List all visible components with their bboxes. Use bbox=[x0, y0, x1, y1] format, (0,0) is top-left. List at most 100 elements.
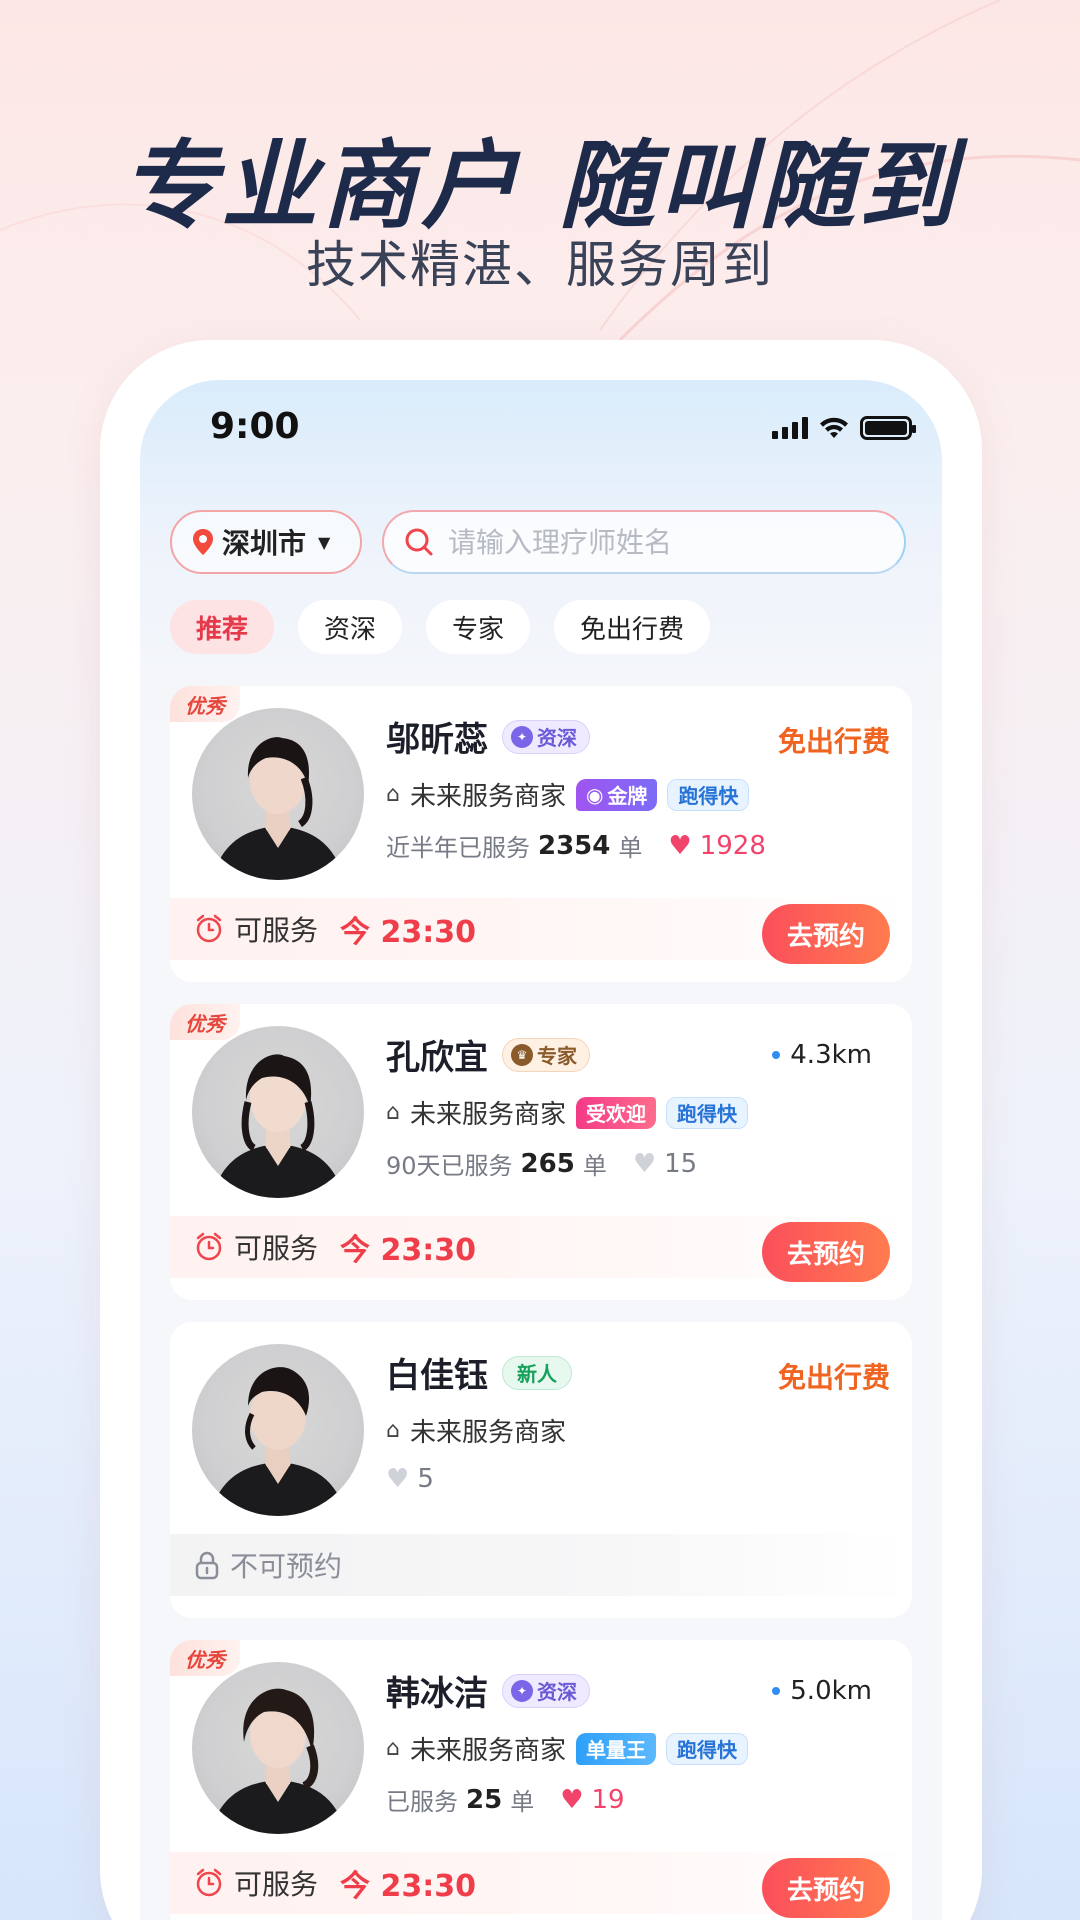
therapist-card[interactable]: 优秀 韩冰洁 ✦ 资深 5.0km ⌂ 未来服务商家 单量王 跑得快 已服务 2… bbox=[170, 1640, 912, 1920]
merchant-name: 未来服务商家 bbox=[409, 1736, 566, 1766]
search-icon bbox=[405, 528, 433, 556]
alarm-clock-icon bbox=[196, 914, 222, 943]
hero-subtitle: 技术精湛、服务周到 bbox=[306, 236, 774, 294]
excellent-badge: 优秀 bbox=[170, 1004, 240, 1040]
like-count: 19 bbox=[591, 1784, 625, 1815]
merchant-name: 未来服务商家 bbox=[409, 782, 566, 812]
therapist-avatar bbox=[192, 1026, 364, 1198]
search-input[interactable] bbox=[448, 525, 868, 559]
popular-tag: 受欢迎 bbox=[575, 1096, 656, 1129]
distance: 5.0km bbox=[772, 1676, 872, 1706]
heart-icon: ♥ bbox=[632, 1148, 657, 1179]
fast-tag: 跑得快 bbox=[667, 778, 750, 811]
book-button[interactable]: 去预约 bbox=[762, 904, 890, 964]
availability-bar: 不可预约 bbox=[170, 1534, 912, 1596]
lock-icon bbox=[195, 1551, 219, 1580]
cellular-signal-icon bbox=[772, 417, 808, 439]
like-count: 15 bbox=[664, 1148, 698, 1179]
available-label: 可服务 bbox=[234, 914, 319, 947]
level-tag-label: 专家 bbox=[537, 1044, 577, 1068]
stats-row: 近半年已服务 2354 单 ♥ 1928 bbox=[386, 828, 766, 863]
distance: 4.3km bbox=[772, 1040, 872, 1070]
expert-tag: ♛ 专家 bbox=[502, 1037, 590, 1072]
therapist-card[interactable]: 优秀 邬昕蕊 ✦ 资深 免出行费 ⌂ 未来服务商家 ◉ 金牌 跑得快 近半年已服… bbox=[170, 686, 912, 982]
senior-tag: ✦ 资深 bbox=[502, 719, 590, 754]
order-king-tag: 单量王 bbox=[575, 1732, 656, 1765]
store-icon: ⌂ bbox=[386, 1100, 400, 1125]
filter-chip-senior[interactable]: 资深 bbox=[298, 600, 403, 654]
level-tag-label: 资深 bbox=[537, 1680, 577, 1704]
available-label: 可服务 bbox=[234, 1232, 319, 1265]
status-icons bbox=[772, 416, 916, 440]
search-box[interactable] bbox=[382, 510, 906, 574]
level-tag-label: 资深 bbox=[537, 726, 577, 750]
medal-icon: ◉ bbox=[585, 782, 604, 807]
distance-dot-icon bbox=[772, 1687, 781, 1695]
like-count: 1928 bbox=[699, 830, 766, 861]
crown-icon: ♛ bbox=[511, 1043, 533, 1066]
merchant-name: 未来服务商家 bbox=[409, 1418, 566, 1448]
city-selector[interactable]: 深圳市 ▼ bbox=[170, 510, 362, 574]
heart-icon: ♥ bbox=[386, 1464, 410, 1494]
name-row: 韩冰洁 ✦ 资深 bbox=[386, 1666, 590, 1715]
merchant-name: 未来服务商家 bbox=[409, 1100, 566, 1130]
merchant-row: ⌂ 未来服务商家 bbox=[386, 1412, 566, 1449]
filter-chip-recommended[interactable]: 推荐 bbox=[170, 600, 275, 654]
stats-row: 90天已服务 265 单 ♥ 15 bbox=[386, 1146, 697, 1181]
order-unit: 单 bbox=[618, 834, 643, 862]
available-time: 今 23:30 bbox=[340, 1233, 476, 1268]
book-button[interactable]: 去预约 bbox=[762, 1222, 890, 1282]
stats-label: 90天已服务 bbox=[386, 1152, 513, 1180]
therapist-card[interactable]: 优秀 孔欣宜 ♛ 专家 4.3km ⌂ 未来服务商家 受欢迎 跑得快 90天已服… bbox=[170, 1004, 912, 1300]
therapist-name: 邬昕蕊 bbox=[386, 720, 488, 760]
merchant-row: ⌂ 未来服务商家 单量王 跑得快 bbox=[386, 1730, 748, 1767]
merchant-row: ⌂ 未来服务商家 受欢迎 跑得快 bbox=[386, 1094, 748, 1131]
therapist-name: 孔欣宜 bbox=[386, 1038, 488, 1078]
distance-dot-icon bbox=[772, 1051, 781, 1059]
order-count: 2354 bbox=[538, 830, 611, 861]
stats-label: 已服务 bbox=[386, 1788, 458, 1816]
shield-icon: ✦ bbox=[511, 725, 533, 748]
no-travel-fee-label: 免出行费 bbox=[777, 725, 890, 758]
fast-tag: 跑得快 bbox=[665, 1096, 748, 1129]
filter-chip-no-travel-fee[interactable]: 免出行费 bbox=[554, 600, 711, 654]
portrait-image bbox=[212, 1054, 344, 1198]
location-pin-icon bbox=[193, 529, 213, 555]
alarm-clock-icon bbox=[196, 1232, 222, 1261]
portrait-image bbox=[210, 1367, 346, 1516]
city-label: 深圳市 bbox=[222, 527, 307, 560]
therapist-card[interactable]: 白佳钰 新人 免出行费 ⌂ 未来服务商家 ♥ 5 不可预约 bbox=[170, 1322, 912, 1618]
fast-tag: 跑得快 bbox=[665, 1732, 748, 1765]
newcomer-tag: 新人 bbox=[502, 1355, 572, 1390]
store-icon: ⌂ bbox=[386, 1418, 400, 1443]
shield-icon: ✦ bbox=[511, 1679, 533, 1702]
phone-screen: 9:00 深圳市 ▼ 推荐 资深 专家 免出行费 优秀 bbox=[140, 380, 942, 1920]
merchant-row: ⌂ 未来服务商家 ◉ 金牌 跑得快 bbox=[386, 776, 750, 813]
tag-label: 金牌 bbox=[607, 784, 648, 808]
name-row: 孔欣宜 ♛ 专家 bbox=[386, 1030, 590, 1079]
name-row: 邬昕蕊 ✦ 资深 bbox=[386, 712, 590, 761]
order-unit: 单 bbox=[510, 1788, 535, 1816]
therapist-name: 白佳钰 bbox=[386, 1356, 488, 1396]
book-button[interactable]: 去预约 bbox=[762, 1858, 890, 1918]
like-count: 5 bbox=[417, 1464, 434, 1494]
available-time: 今 23:30 bbox=[340, 915, 476, 950]
store-icon: ⌂ bbox=[386, 782, 400, 807]
gold-tag: ◉ 金牌 bbox=[575, 778, 658, 811]
order-count: 265 bbox=[520, 1148, 575, 1179]
available-time: 今 23:30 bbox=[340, 1869, 476, 1904]
available-label: 可服务 bbox=[234, 1868, 319, 1901]
chevron-down-icon: ▼ bbox=[318, 532, 331, 552]
distance-value: 4.3km bbox=[790, 1040, 872, 1070]
wifi-icon bbox=[820, 417, 848, 438]
filter-chip-expert[interactable]: 专家 bbox=[426, 600, 531, 654]
portrait-image bbox=[210, 1688, 346, 1834]
unavailable-label: 不可预约 bbox=[230, 1550, 343, 1583]
stats-row: ♥ 5 bbox=[386, 1464, 434, 1494]
order-unit: 单 bbox=[582, 1152, 607, 1180]
portrait-image bbox=[212, 737, 344, 880]
store-icon: ⌂ bbox=[386, 1736, 400, 1761]
heart-icon: ♥ bbox=[560, 1784, 584, 1815]
battery-icon bbox=[860, 416, 916, 440]
senior-tag: ✦ 资深 bbox=[502, 1673, 590, 1708]
